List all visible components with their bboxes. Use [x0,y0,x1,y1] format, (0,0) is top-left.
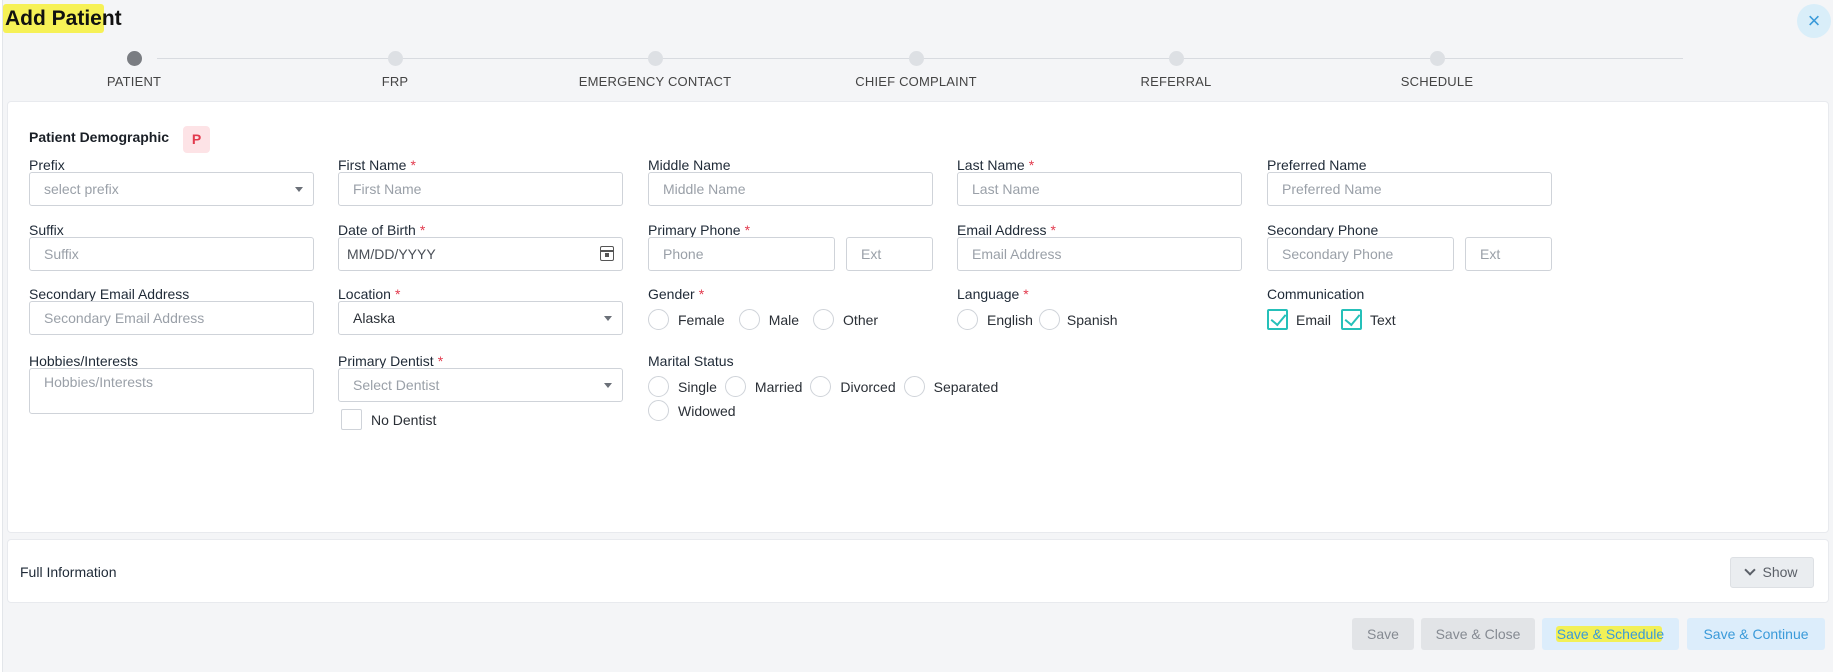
section-title: Patient Demographic [29,129,170,145]
chevron-down-icon [1744,564,1757,576]
hobbies-textarea[interactable]: Hobbies/Interests [29,368,314,414]
chevron-down-icon [295,187,303,192]
step-referral[interactable]: REFERRAL [1066,51,1286,89]
save-close-button[interactable]: Save & Close [1421,618,1535,650]
gender-radio-group: Female Male Other [648,309,892,330]
radio[interactable] [738,309,760,330]
preferred-name-input[interactable]: Preferred Name [1267,172,1552,206]
checkbox-checked-icon[interactable] [1341,309,1363,330]
email-input[interactable]: Email Address [957,237,1242,271]
radio[interactable] [648,376,669,397]
close-icon[interactable]: × [1797,4,1831,38]
dob-input[interactable]: MM/DD/YYYY [338,237,623,271]
step-dot [126,51,142,66]
gender-female[interactable]: Female [648,309,725,330]
radio[interactable] [648,309,669,330]
marital-married[interactable]: Married [724,376,802,397]
first-name-input[interactable]: First Name [338,172,623,206]
marital-status-radio-group: Single Married Divorced Separated [648,376,1012,397]
primary-dentist-select[interactable]: Select Dentist [338,368,623,402]
communication-label: Communication [1267,286,1365,302]
full-information-label: Full Information [20,564,117,580]
save-schedule-button[interactable]: Save & Schedule [1542,618,1679,650]
calendar-icon[interactable] [600,246,614,261]
marital-divorced[interactable]: Divorced [810,376,896,397]
save-button[interactable]: Save [1352,618,1414,650]
step-label: EMERGENCY CONTACT [578,74,732,89]
primary-phone-input[interactable]: Phone [648,237,835,271]
no-dentist-checkbox-row[interactable]: No Dentist [341,409,436,430]
show-button[interactable]: Show [1730,557,1814,588]
gender-label: Gender * [648,286,705,302]
step-label: PATIENT [106,74,162,89]
communication-email[interactable]: Email [1267,309,1331,330]
step-emergency-contact[interactable]: EMERGENCY CONTACT [545,51,765,89]
chevron-down-icon [604,316,612,321]
radio[interactable] [810,376,832,397]
last-name-input[interactable]: Last Name [957,172,1242,206]
section-badge: P [183,126,210,153]
step-label: CHIEF COMPLAINT [855,74,977,89]
step-label: REFERRAL [1140,74,1212,89]
step-dot [1429,51,1445,66]
middle-name-input[interactable]: Middle Name [648,172,933,206]
prefix-select[interactable]: select prefix [29,172,314,206]
language-label: Language * [957,286,1029,302]
radio[interactable] [648,400,669,421]
step-dot [647,51,663,66]
radio[interactable] [1038,309,1060,330]
save-continue-button[interactable]: Save & Continue [1687,618,1825,650]
radio[interactable] [813,309,835,330]
radio[interactable] [903,376,925,397]
language-radio-group: English Spanish [957,309,1132,330]
communication-text[interactable]: Text [1341,309,1396,330]
step-schedule[interactable]: SCHEDULE [1327,51,1547,89]
language-spanish[interactable]: Spanish [1038,309,1118,330]
language-english[interactable]: English [957,309,1033,330]
step-label: SCHEDULE [1400,74,1474,89]
location-select[interactable]: Alaska [338,301,623,335]
communication-checkbox-group: Email Text [1267,309,1410,330]
suffix-input[interactable]: Suffix [29,237,314,271]
add-patient-modal: Add Patient × PATIENT FRP EMERGENCY CONT… [2,0,1833,672]
chevron-down-icon [604,383,612,388]
marital-status-radio-group-row2: Widowed [648,400,750,421]
primary-phone-ext-input[interactable]: Ext [846,237,933,271]
gender-other[interactable]: Other [813,309,878,330]
step-dot [387,51,403,66]
stepper: PATIENT FRP EMERGENCY CONTACT CHIEF COMP… [3,40,1834,100]
secondary-phone-ext-input[interactable]: Ext [1465,237,1552,271]
secondary-phone-input[interactable]: Secondary Phone [1267,237,1454,271]
full-information-panel: Full Information Show [7,539,1829,603]
step-chief-complaint[interactable]: CHIEF COMPLAINT [806,51,1026,89]
no-dentist-checkbox[interactable] [341,409,362,430]
marital-single[interactable]: Single [648,376,717,397]
gender-male[interactable]: Male [738,309,799,330]
marital-separated[interactable]: Separated [903,376,998,397]
radio[interactable] [957,309,978,330]
checkbox-checked-icon[interactable] [1267,309,1288,330]
radio[interactable] [724,376,746,397]
step-dot [908,51,924,66]
marital-widowed[interactable]: Widowed [648,400,736,421]
secondary-email-input[interactable]: Secondary Email Address [29,301,314,335]
step-frp[interactable]: FRP [285,51,505,89]
step-patient[interactable]: PATIENT [24,51,244,89]
patient-demographic-card: Patient Demographic P Prefix select pref… [7,101,1829,533]
step-label: FRP [381,74,409,89]
step-dot [1168,51,1184,66]
page-title: Add Patient [5,7,122,30]
marital-status-label: Marital Status [648,353,734,369]
